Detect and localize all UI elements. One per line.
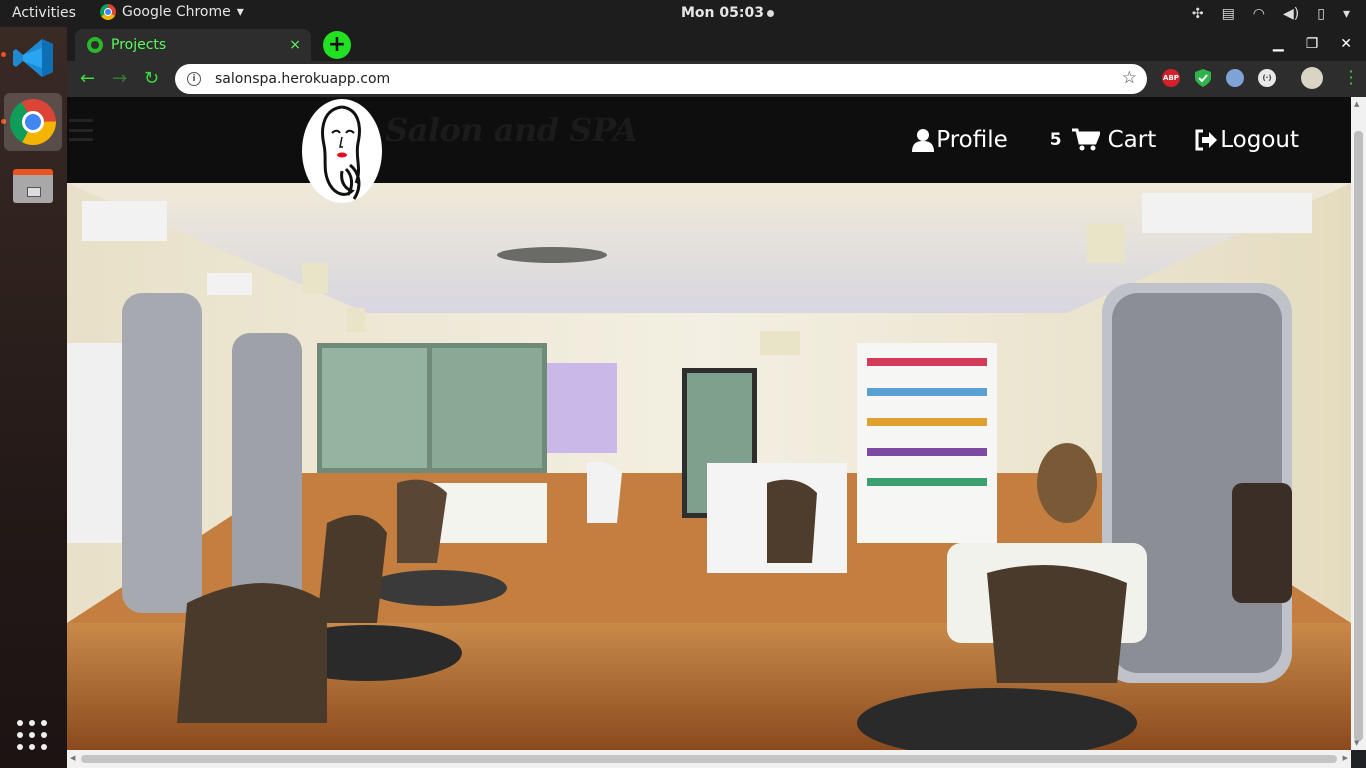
tab-title: Projects <box>111 37 167 53</box>
browser-toolbar: ← → ↻ i salonspa.herokuapp.com ☆ ABP (·)… <box>67 61 1366 97</box>
nav-logout-label: Logout <box>1220 127 1299 153</box>
app-name: Google Chrome <box>122 4 231 20</box>
nav-logout-link[interactable]: Logout <box>1194 127 1299 153</box>
horizontal-scroll-thumb[interactable] <box>81 755 1337 763</box>
back-icon[interactable]: ← <box>80 68 95 89</box>
window-controls: ▁ ❐ ✕ <box>1273 27 1366 61</box>
system-tray[interactable]: ✣ ▤ ◠ ◀) ▯ ▾ <box>1192 0 1366 27</box>
adblock-extension-icon[interactable]: ABP <box>1162 69 1180 87</box>
files-icon <box>13 169 53 203</box>
vscode-launcher[interactable] <box>4 29 62 87</box>
battery-icon[interactable]: ▯ <box>1317 6 1325 22</box>
vscode-icon <box>13 39 53 77</box>
nav-cart-link[interactable]: Cart <box>1071 127 1157 153</box>
sign-out-icon <box>1195 129 1218 151</box>
rss-extension-icon[interactable]: (·) <box>1258 69 1276 87</box>
user-icon <box>912 129 935 152</box>
power-menu-icon[interactable]: ▾ <box>1343 6 1350 22</box>
reload-icon[interactable]: ↻ <box>144 68 159 89</box>
privacy-extension-icon[interactable] <box>1226 69 1244 87</box>
hamburger-menu-icon[interactable] <box>69 119 93 141</box>
woman-silhouette-logo <box>321 105 361 200</box>
vertical-scroll-thumb[interactable] <box>1354 131 1363 741</box>
maximize-icon[interactable]: ❐ <box>1306 36 1319 52</box>
tab-strip: Projects × + ▁ ❐ ✕ <box>67 27 1366 61</box>
url-text[interactable]: salonspa.herokuapp.com <box>215 71 390 87</box>
wifi-icon[interactable]: ◠ <box>1253 6 1265 22</box>
site-info-icon[interactable]: i <box>187 72 201 86</box>
clock[interactable]: Mon 05:03 <box>681 5 774 21</box>
tab-close-icon[interactable]: × <box>289 37 301 53</box>
tab-favicon-icon <box>87 37 103 53</box>
shield-extension-icon[interactable] <box>1194 69 1212 87</box>
address-bar[interactable]: i salonspa.herokuapp.com ☆ <box>175 64 1147 94</box>
app-menu[interactable]: Google Chrome ▾ <box>100 4 244 20</box>
browser-window: Projects × + ▁ ❐ ✕ ← → ↻ i salonspa.hero… <box>67 27 1366 768</box>
chevron-down-icon: ▾ <box>236 4 244 20</box>
horizontal-scrollbar[interactable]: ◀ ▶ <box>67 750 1351 768</box>
site-navbar: Salon and SPA Profile 5 Cart Logout <box>67 97 1351 183</box>
notification-dot <box>766 9 774 17</box>
scroll-down-arrow-icon[interactable]: ▼ <box>1354 739 1359 747</box>
cart-count-badge: 5 <box>1049 130 1062 150</box>
profile-avatar[interactable] <box>1301 67 1323 89</box>
activities-button[interactable]: Activities <box>12 5 76 21</box>
site-logo[interactable] <box>302 99 382 203</box>
chrome-icon <box>10 99 56 145</box>
dock <box>0 27 67 768</box>
nav-cart-label: Cart <box>1107 127 1157 153</box>
volume-icon[interactable]: ◀) <box>1283 6 1299 22</box>
files-launcher[interactable] <box>4 157 62 215</box>
vertical-scrollbar[interactable]: ▲ ▼ <box>1351 97 1366 750</box>
close-window-icon[interactable]: ✕ <box>1340 36 1352 52</box>
forward-icon[interactable]: → <box>112 68 127 89</box>
chrome-launcher[interactable] <box>4 93 62 151</box>
minimize-icon[interactable]: ▁ <box>1273 36 1284 52</box>
chrome-menu-icon[interactable]: · · · <box>1348 64 1354 92</box>
cart-icon <box>1071 128 1100 151</box>
page-viewport: Salon and SPA Profile 5 Cart Logout <box>67 97 1351 750</box>
nav-profile-label: Profile <box>936 127 1008 153</box>
site-nav-links: Profile 5 Cart Logout <box>912 97 1351 183</box>
new-tab-button[interactable]: + <box>323 31 351 59</box>
bookmark-star-icon[interactable]: ☆ <box>1122 68 1137 88</box>
tab-projects[interactable]: Projects × <box>75 29 311 61</box>
scroll-left-arrow-icon[interactable]: ◀ <box>70 754 75 762</box>
system-top-bar: Activities Google Chrome ▾ Mon 05:03 ✣ ▤… <box>0 0 1366 27</box>
scroll-right-arrow-icon[interactable]: ▶ <box>1343 754 1348 762</box>
hero-image <box>67 183 1351 750</box>
show-applications-icon[interactable] <box>17 720 49 752</box>
slack-icon[interactable]: ✣ <box>1192 6 1204 22</box>
scroll-up-arrow-icon[interactable]: ▲ <box>1354 100 1359 108</box>
site-brand[interactable]: Salon and SPA <box>385 111 638 149</box>
chrome-icon <box>100 4 116 20</box>
nav-profile-link[interactable]: Profile <box>912 127 1008 153</box>
keyboard-icon[interactable]: ▤ <box>1222 6 1235 22</box>
